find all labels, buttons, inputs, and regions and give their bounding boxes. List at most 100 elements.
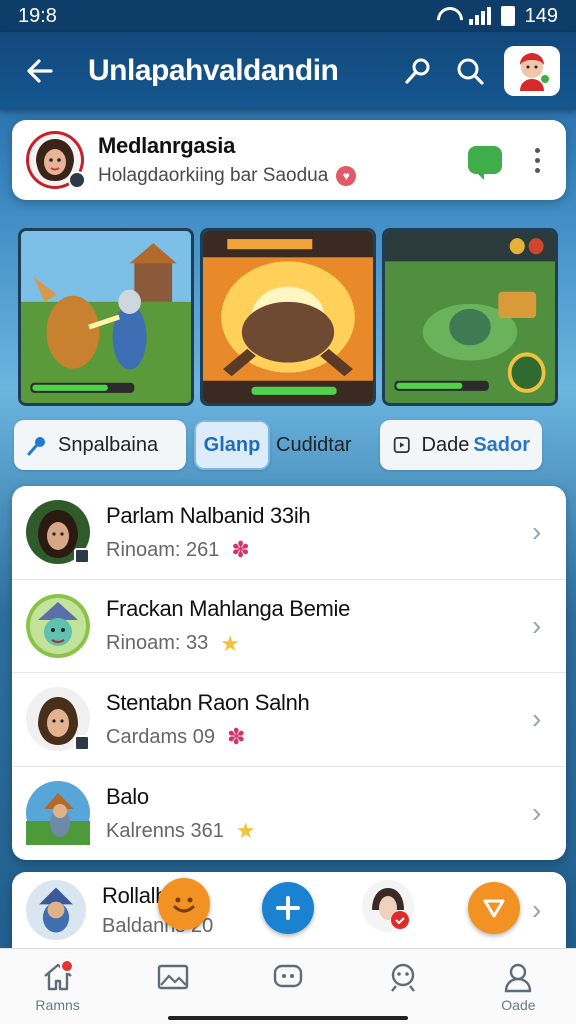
search-icon — [457, 58, 484, 85]
star-icon: ★ — [235, 818, 256, 844]
avatar — [26, 781, 90, 846]
header-name: Medlanrgasia — [98, 133, 236, 158]
add-button[interactable] — [262, 882, 314, 934]
filter-chips: Snpalbaina Glanp Cudidtar Dade Sador — [14, 420, 560, 472]
flower-icon: ✽ — [231, 537, 250, 563]
nav-item-social[interactable] — [346, 949, 461, 1024]
game-screenshot[interactable] — [200, 228, 376, 406]
more-options-button[interactable] — [522, 140, 552, 180]
chip-dade[interactable]: Dade Sador — [380, 420, 542, 470]
notification-badge — [60, 959, 74, 973]
list-item-text: Stentabn Raon Salnh Cardams 09 ✽ — [106, 690, 532, 749]
pin-button[interactable] — [392, 45, 444, 97]
signal-icon — [468, 7, 491, 25]
nav-label: Oade — [501, 996, 536, 1013]
nav-item-profile[interactable]: Oade — [461, 949, 576, 1024]
list-item-title: Frackan Mahlanga Bemie — [106, 596, 351, 622]
bottom-nav: Ramns Oade — [0, 948, 576, 1024]
smiley-button[interactable] — [158, 878, 210, 930]
chip-label: Cudidtar — [276, 433, 352, 456]
game-screenshot[interactable] — [382, 228, 558, 406]
player-list: Parlam Nalbanid 33ih Rinoam: 261 ✽ › Fra… — [12, 486, 566, 860]
list-item-subtitle: Rinoam: 261 ✽ — [106, 539, 532, 562]
nav-item-chat[interactable] — [230, 949, 345, 1024]
list-item-subtitle: Rinoam: 33 ★ — [106, 632, 532, 655]
nav-label: Ramns — [35, 996, 80, 1013]
list-item-subtitle: Cardams 09 ✽ — [106, 726, 532, 749]
chevron-right-icon: › — [532, 609, 542, 641]
heart-icon: ♥ — [336, 166, 357, 186]
chip-glanp[interactable]: Glanp — [194, 420, 270, 470]
chat-bubble-button[interactable] — [468, 146, 502, 180]
face-icon — [391, 963, 416, 992]
game-scene-image — [21, 231, 191, 403]
image-icon — [157, 964, 188, 989]
screenshot-gallery — [18, 228, 558, 406]
list-item-meta: Cardams 09 — [106, 725, 215, 748]
avatar — [520, 53, 549, 91]
app-title: Unlapahvaldandin — [88, 54, 339, 87]
avatar — [372, 888, 409, 929]
chip-sador-label[interactable]: Sador — [473, 434, 530, 457]
search-button[interactable] — [444, 45, 496, 97]
profile-avatar-button[interactable] — [504, 46, 560, 96]
list-item-title: Stentabn Raon Salnh — [106, 689, 310, 715]
nav-item-home[interactable]: Ramns — [0, 949, 115, 1024]
chip-label: Snpalbaina — [58, 433, 159, 456]
star-icon: ★ — [220, 630, 241, 656]
list-item[interactable]: Frackan Mahlanga Bemie Rinoam: 33 ★ › — [12, 580, 566, 673]
chevron-right-icon: › — [532, 703, 542, 735]
chevron-right-icon: › — [532, 516, 542, 548]
list-item-subtitle: Kalrenns 361 ★ — [106, 820, 532, 843]
battery-level: 149 — [524, 4, 558, 27]
list-item-text: Parlam Nalbanid 33ih Rinoam: 261 ✽ — [106, 503, 532, 562]
shield-button[interactable] — [468, 882, 520, 934]
avatar — [26, 500, 90, 565]
status-bar: 19:8 149 — [0, 0, 576, 32]
nav-item-gallery[interactable] — [115, 949, 230, 1024]
list-item-meta: Kalrenns 361 — [106, 819, 224, 842]
chip-label: Glanp — [203, 433, 261, 456]
status-time: 19:8 — [18, 4, 57, 27]
chevron-right-icon: › — [532, 894, 542, 925]
avatar — [26, 593, 90, 658]
header-text: Medlanrgasia Holagdaorkiing bar Saodua ♥ — [98, 133, 468, 187]
smiley-icon — [173, 897, 195, 913]
plus-icon — [276, 896, 300, 920]
chat-icon — [273, 964, 303, 987]
list-item[interactable]: Stentabn Raon Salnh Cardams 09 ✽ › — [12, 673, 566, 767]
back-button[interactable] — [16, 47, 64, 95]
user-avatar-button[interactable] — [362, 880, 414, 932]
person-icon — [505, 963, 532, 992]
status-icons: 149 — [435, 5, 558, 28]
shield-icon — [483, 899, 505, 918]
pin-icon — [405, 58, 430, 84]
list-item-meta: Rinoam: 261 — [106, 538, 220, 561]
list-item-title: Parlam Nalbanid 33ih — [106, 502, 311, 528]
arrow-left-icon — [27, 59, 53, 83]
list-item-meta: Rinoam: 33 — [106, 632, 209, 655]
list-item[interactable]: Parlam Nalbanid 33ih Rinoam: 261 ✽ › — [12, 486, 566, 580]
list-item[interactable]: Balo Kalrenns 361 ★ › — [12, 767, 566, 861]
chip-snpalbaina[interactable]: Snpalbaina — [14, 420, 186, 470]
header-subtitle-text: Holagdaorkiing bar Saodua — [98, 165, 329, 186]
game-screenshot[interactable] — [18, 228, 194, 406]
square-icon — [393, 437, 410, 453]
avatar[interactable] — [26, 131, 86, 189]
battery-icon — [500, 6, 515, 26]
list-item-text: Frackan Mahlanga Bemie Rinoam: 33 ★ — [106, 596, 532, 655]
profile-header-card[interactable]: Medlanrgasia Holagdaorkiing bar Saodua ♥ — [12, 120, 566, 200]
game-map-image — [385, 231, 555, 403]
header-subtitle: Holagdaorkiing bar Saodua ♥ — [98, 165, 468, 187]
list-item-text: Balo Kalrenns 361 ★ — [106, 784, 532, 843]
game-battle-image — [203, 231, 373, 403]
chip-cudidtar[interactable]: Cudidtar — [270, 420, 368, 470]
list-item-title: Balo — [106, 783, 149, 809]
wifi-icon — [435, 7, 459, 25]
pin-icon — [27, 437, 45, 456]
status-badge — [68, 171, 86, 189]
app-bar: Unlapahvaldandin — [0, 32, 576, 110]
avatar — [26, 687, 90, 752]
home-indicator — [168, 1016, 408, 1020]
avatar — [26, 880, 86, 940]
